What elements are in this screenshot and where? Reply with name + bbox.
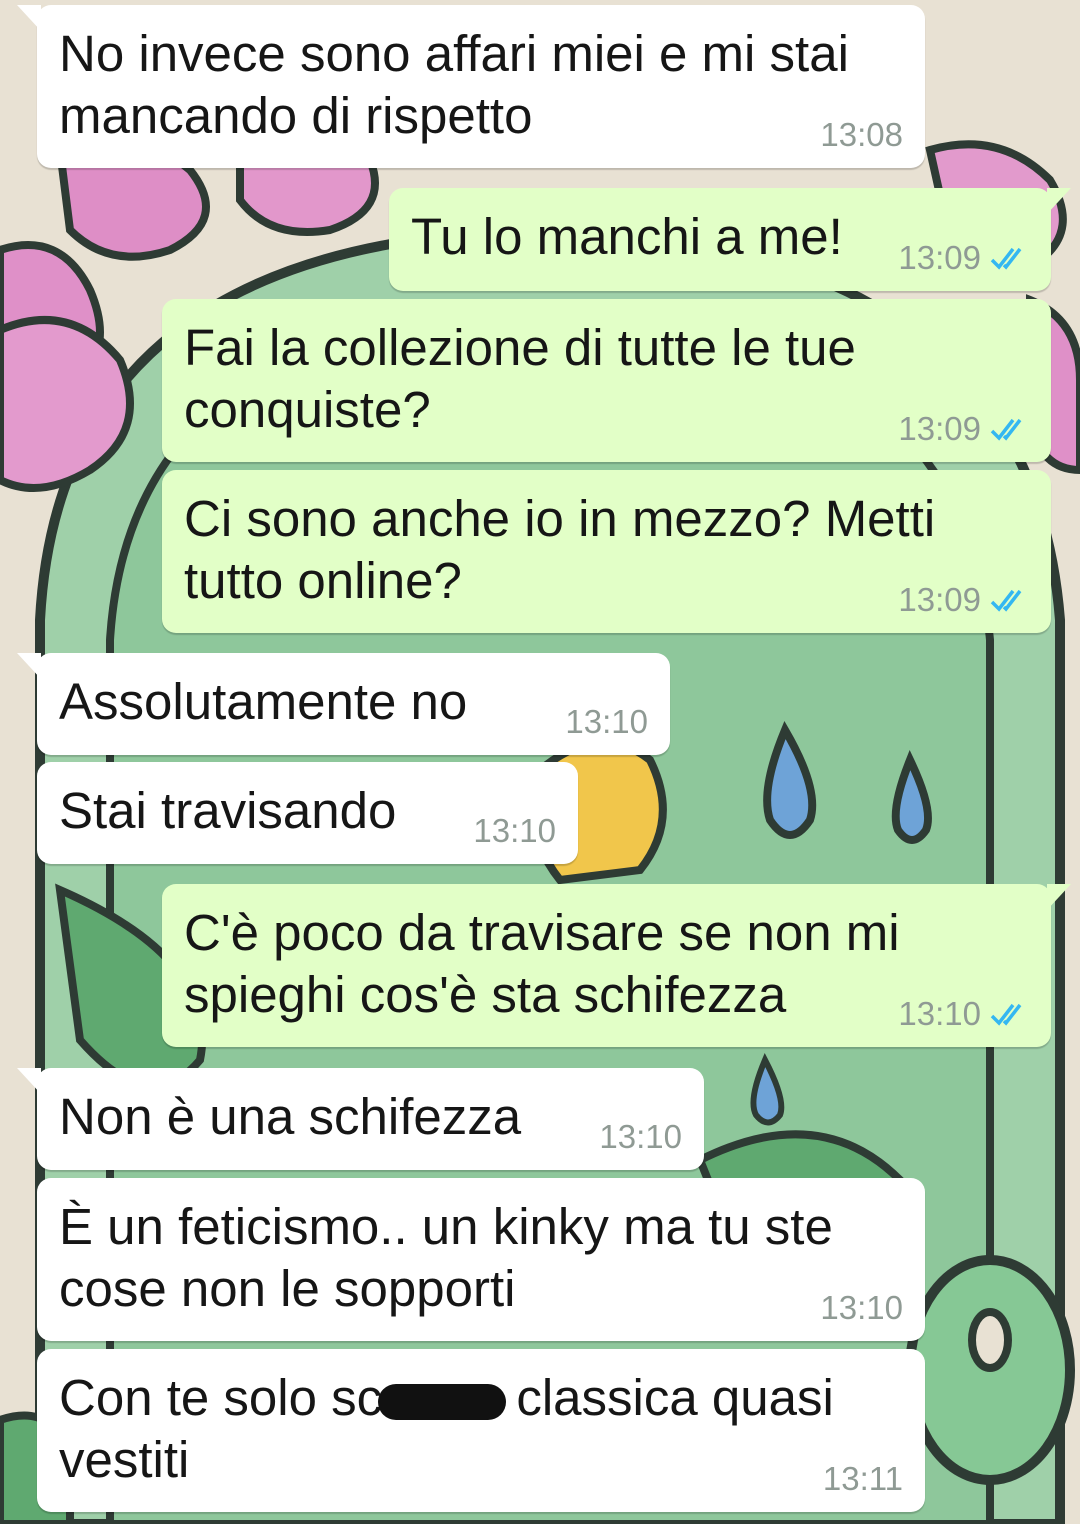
message-time: 13:10: [565, 703, 648, 740]
message-text: cose non le sopporti: [59, 1260, 516, 1317]
message-text: Non è una schifezza: [59, 1088, 522, 1145]
message-time: 13:10: [820, 1289, 903, 1326]
message-incoming[interactable]: Stai travisando 13:10: [37, 762, 578, 864]
message-outgoing[interactable]: Fai la collezione di tutte le tue conqui…: [162, 299, 1051, 462]
message-text: Stai travisando: [59, 782, 397, 839]
message-text-part: classica quasi: [516, 1369, 834, 1426]
message-outgoing[interactable]: Tu lo manchi a me! 13:09: [389, 188, 1071, 291]
message-time: 13:08: [820, 116, 903, 153]
message-text: È un feticismo.. un kinky ma tu ste: [59, 1198, 833, 1255]
message-text: spieghi cos'è sta schifezza: [184, 966, 787, 1023]
message-time: 13:09: [898, 581, 981, 618]
message-incoming[interactable]: Assolutamente no 13:10: [17, 653, 670, 755]
message-outgoing[interactable]: C'è poco da travisare se non mi spieghi …: [162, 884, 1071, 1047]
redaction-bar: [378, 1383, 507, 1420]
message-text: vestiti: [59, 1431, 190, 1488]
message-text: Assolutamente no: [59, 673, 468, 730]
message-text: Tu lo manchi a me!: [411, 208, 843, 265]
message-text: C'è poco da travisare se non mi: [184, 904, 900, 961]
message-text: Ci sono anche io in mezzo? Metti: [184, 490, 936, 547]
read-ticks-icon: [990, 1003, 1022, 1026]
message-time: 13:09: [898, 410, 981, 447]
message-outgoing[interactable]: Ci sono anche io in mezzo? Metti tutto o…: [162, 470, 1051, 633]
message-text: Fai la collezione di tutte le tue: [184, 319, 856, 376]
message-text: No invece sono affari miei e mi stai: [59, 25, 849, 82]
message-text: tutto online?: [184, 552, 462, 609]
message-time: 13:11: [822, 1460, 903, 1497]
read-ticks-icon: [990, 247, 1022, 270]
message-time: 13:10: [898, 995, 981, 1032]
message-time: 13:09: [898, 239, 981, 276]
message-incoming[interactable]: No invece sono affari miei e mi stai man…: [17, 5, 925, 168]
conversation[interactable]: No invece sono affari miei e mi stai man…: [0, 0, 1080, 1524]
message-text: Con te solo sc classica quasi: [59, 1367, 834, 1429]
read-ticks-icon: [990, 589, 1022, 612]
read-ticks-icon: [990, 418, 1022, 441]
message-incoming[interactable]: Con te solo sc classica quasi vestiti 13…: [37, 1349, 925, 1512]
message-incoming[interactable]: È un feticismo.. un kinky ma tu ste cose…: [37, 1178, 925, 1341]
message-text: conquiste?: [184, 381, 431, 438]
message-text-part: Con te solo sc: [59, 1369, 383, 1426]
message-text: mancando di rispetto: [59, 87, 533, 144]
message-time: 13:10: [473, 812, 556, 849]
message-incoming[interactable]: Non è una schifezza 13:10: [17, 1068, 704, 1170]
message-time: 13:10: [599, 1118, 682, 1155]
